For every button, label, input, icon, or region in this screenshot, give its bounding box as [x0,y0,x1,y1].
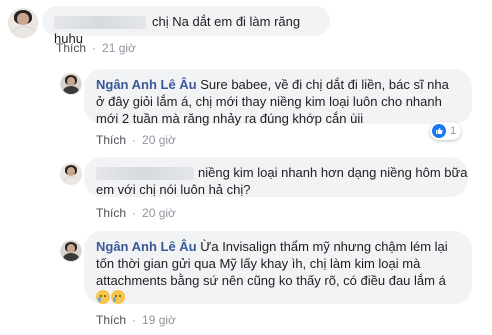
like-button[interactable]: Thích [96,206,126,220]
comment-text-line: mới 2 tuần mà răng nhảy ra đúng khớp cắn… [96,111,364,126]
comment-actions: Thích · 20 giờ [96,206,176,220]
comment-actions: Thích · 19 giờ [96,313,176,327]
avatar[interactable] [60,163,82,185]
author-name[interactable]: Ngân Anh Lê Âu [96,239,197,254]
timestamp[interactable]: 19 giờ [142,313,176,327]
comment-text-line: ở đây giỏi lắm á, chị mới thay niềng kim… [96,94,442,109]
like-button[interactable]: Thích [96,133,126,147]
comment-bubble: chị Na dắt em đi làm răng huhu [42,6,330,46]
timestamp[interactable]: 21 giờ [102,41,136,55]
comment-text-line: attachments bằng sứ nên cũng ko thấy rõ,… [96,273,446,288]
like-button[interactable]: Thích [56,41,86,55]
timestamp[interactable]: 20 giờ [142,133,176,147]
reaction-number: 1 [450,125,457,137]
comment-text-line: tốn thời gian gửi qua Mỹ lấy khay ìh, ch… [96,256,421,271]
like-reaction-icon [432,124,446,138]
reaction-count[interactable]: 1 [430,122,462,140]
sad-tear-emoji-icon [111,290,125,304]
sad-tear-emoji-icon [96,290,110,304]
reply-bubble: Ngân Anh Lê Âu Ừa Invisalign thẩm mỹ như… [84,231,472,304]
comment-text-line: niềng kim loại nhanh hơn dạng niềng hôm … [198,165,468,180]
redacted-author-name [96,167,194,181]
emoji-row [96,289,460,306]
reply-bubble: Ngân Anh Lê Âu Sure babee, về đi chị dắt… [84,69,472,126]
reply-bubble: niềng kim loại nhanh hơn dạng niềng hôm … [84,157,468,197]
comment-text-line: Ừa Invisalign thẩm mỹ nhưng chậm lém lại [200,239,448,254]
comment-actions: Thích · 20 giờ [96,133,176,147]
author-name[interactable]: Ngân Anh Lê Âu [96,77,197,92]
timestamp[interactable]: 20 giờ [142,206,176,220]
avatar[interactable] [60,240,82,262]
comment-text-line: Sure babee, về đi chị dắt đi liền, bác s… [200,77,449,92]
comment-text-line: em với chị nói luôn hả chị? [96,182,251,197]
avatar[interactable] [8,8,38,38]
comment-actions: Thích · 21 giờ [56,41,136,55]
like-button[interactable]: Thích [96,313,126,327]
redacted-author-name [54,16,146,30]
avatar[interactable] [60,73,82,95]
